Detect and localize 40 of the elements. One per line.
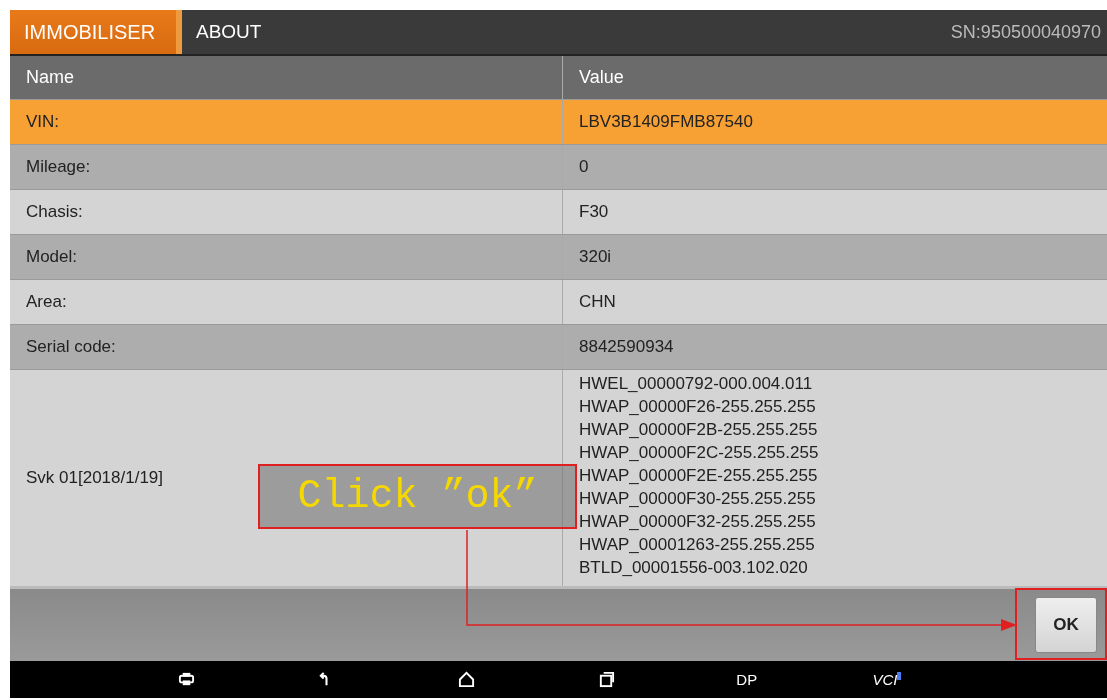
table-row[interactable]: Mileage: 0	[10, 145, 1107, 190]
tab[interactable]: ABOUT	[182, 10, 276, 54]
table-cell-text: F30	[578, 201, 610, 223]
table-cell: VIN:	[10, 100, 563, 144]
connection-icon	[897, 671, 902, 680]
value-line: HWAP_00001263-255.255.255	[579, 534, 815, 556]
table-row[interactable]: Area: CHN	[10, 280, 1107, 325]
recent-apps-icon[interactable]	[598, 671, 616, 688]
serial-number: SN:950500040970	[950, 21, 1102, 43]
table-row[interactable]: VIN: LBV3B1409FMB87540	[10, 100, 1107, 145]
table-cell: Area:	[10, 280, 563, 324]
table-row[interactable]: Serial code: 8842590934	[10, 325, 1107, 370]
value-line: HWAP_00000F2C-255.255.255	[579, 442, 819, 464]
table-cell: Serial code:	[10, 325, 563, 369]
table-row[interactable]: Model: 320i	[10, 235, 1107, 280]
vci-button[interactable]: VCI	[872, 671, 898, 688]
table-cell: Model:	[10, 235, 563, 279]
value-line: HWAP_00000F30-255.255.255	[579, 488, 816, 510]
table-cell-text: 0	[578, 156, 590, 178]
value-line: BTLD_00001556-003.102.020	[579, 557, 808, 579]
home-icon[interactable]	[457, 671, 475, 688]
value-line: HWAP_00000F26-255.255.255	[579, 396, 816, 418]
value-line: HWAP_00000F32-255.255.255	[579, 511, 816, 533]
table-cell-text: LBV3B1409FMB87540	[578, 111, 754, 133]
ok-button[interactable]: OK	[1035, 597, 1097, 653]
table-cell-text: 320i	[578, 246, 613, 268]
table-cell-text: 8842590934	[578, 336, 675, 358]
table-row[interactable]: Chasis: F30	[10, 190, 1107, 235]
table-row[interactable]	[10, 370, 1107, 586]
column-header: Name	[10, 56, 563, 99]
column-header: Value	[578, 66, 625, 89]
value-line: HWAP_00000F2E-255.255.255	[579, 465, 818, 487]
printer-icon[interactable]	[177, 671, 195, 688]
value-line: HWAP_00000F2B-255.255.255	[579, 419, 818, 441]
callout-label: Click ”ok”	[258, 464, 577, 529]
table-cell-text: CHN	[578, 291, 617, 313]
dp-button[interactable]: DP	[736, 671, 758, 688]
table-cell: Mileage:	[10, 145, 563, 189]
table-cell: Chasis:	[10, 190, 563, 234]
value-line: HWEL_00000792-000.004.011	[579, 373, 813, 395]
